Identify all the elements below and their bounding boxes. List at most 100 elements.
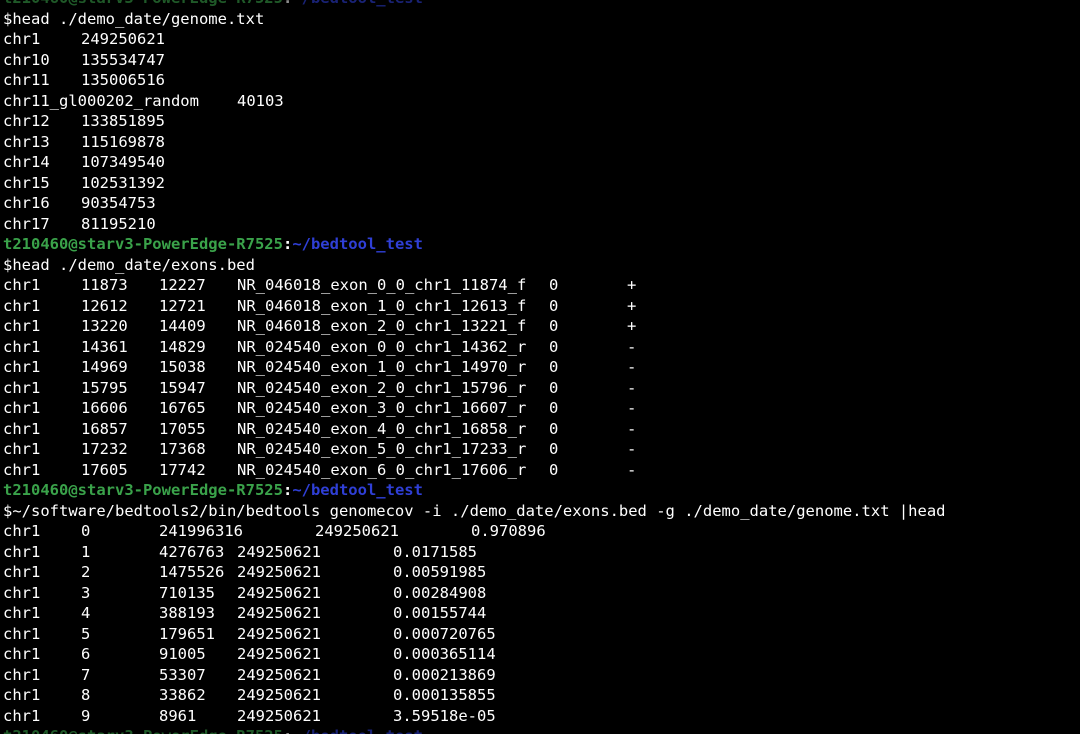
terminal-output: t210460@starv3-PowerEdge-R7525:~/bedtool… [3, 0, 1080, 734]
exons-cell: NR_024540_exon_1_0_chr1_14970_r [237, 358, 527, 376]
genome-cell: chr1 [3, 30, 41, 48]
exons-cell: NR_046018_exon_0_0_chr1_11874_f [237, 276, 527, 294]
genomecov-cell: 0.00591985 [393, 563, 487, 581]
exons-cell: - [627, 378, 637, 397]
exons-cell: NR_024540_exon_5_0_chr1_17233_r [237, 440, 527, 458]
genomecov-cell: 6 [81, 645, 91, 663]
genomecov-cell: 7 [81, 665, 91, 684]
genome-cell: chr11 [3, 71, 50, 89]
genomecov-cell: chr1 [3, 542, 41, 561]
exons-cell: NR_046018_exon_1_0_chr1_12613_f [237, 296, 527, 315]
exons-cell: 12227 [159, 276, 206, 294]
genome-output-row: chr13 115169878 [3, 132, 1080, 153]
genomecov-cell: chr1 [3, 645, 41, 663]
genome-cell: chr10 [3, 50, 50, 69]
command-text: $head ./demo_date/genome.txt [3, 9, 265, 28]
genomecov-cell: 249250621 [237, 706, 321, 725]
exons-cell: - [627, 358, 637, 376]
genomecov-cell: 0.0171585 [393, 542, 477, 561]
exons-cell: NR_024540_exon_4_0_chr1_16858_r [237, 419, 527, 438]
genomecov-output-row: chr1 9 8961 249250621 3.59518e-05 [3, 706, 1080, 727]
genome-cell: 81195210 [81, 214, 156, 233]
exons-cell: 0 [549, 399, 559, 417]
exons-cell: 15947 [159, 378, 206, 397]
genomecov-cell: 241996316 [159, 522, 243, 540]
shell-prompt: t210460@starv3-PowerEdge-R7525:~/bedtool… [3, 726, 1080, 734]
exons-cell: chr1 [3, 378, 41, 397]
genomecov-output-row: chr1 3 710135 249250621 0.00284908 [3, 583, 1080, 604]
genomecov-cell: chr1 [3, 665, 41, 684]
exons-cell: 0 [549, 440, 559, 458]
genomecov-cell: 0 [81, 522, 91, 540]
prompt-user-host: t210460@starv3-PowerEdge-R7525 [3, 0, 283, 7]
exons-cell: 17742 [159, 460, 206, 479]
genomecov-cell: 249250621 [237, 665, 321, 684]
genomecov-cell: 0.000365114 [393, 645, 496, 663]
exons-cell: + [627, 276, 637, 294]
command-line: $head ./demo_date/genome.txt [3, 9, 1080, 30]
exons-output-row: chr1 17605 17742 NR_024540_exon_6_0_chr1_17… [3, 460, 1080, 481]
exons-cell: chr1 [3, 296, 41, 315]
exons-cell: - [627, 337, 637, 356]
genomecov-cell: 3.59518e-05 [393, 706, 496, 725]
exons-cell: chr1 [3, 460, 41, 479]
genomecov-cell: 8961 [159, 706, 197, 725]
genome-cell: 115169878 [81, 132, 165, 151]
genomecov-cell: 710135 [159, 583, 215, 602]
exons-output-row: chr1 16606 16765 NR_024540_exon_3_0_chr1_16… [3, 398, 1080, 419]
exons-cell: 17368 [159, 440, 206, 458]
genomecov-cell: chr1 [3, 706, 41, 725]
genome-cell: 135534747 [81, 50, 165, 69]
shell-prompt: t210460@starv3-PowerEdge-R7525:~/bedtool… [3, 0, 1080, 9]
prompt-separator: : [283, 0, 292, 7]
exons-cell: 16606 [81, 399, 128, 417]
genomecov-cell: 1475526 [159, 563, 225, 581]
genomecov-output-row: chr1 1 4276763 249250621 0.0171585 [3, 542, 1080, 563]
genome-cell: chr15 [3, 173, 50, 192]
genomecov-cell: 2 [81, 563, 91, 581]
genomecov-cell: 249250621 [237, 583, 321, 602]
exons-cell: 16765 [159, 399, 206, 417]
exons-cell: chr1 [3, 337, 41, 356]
prompt-path: ~/bedtool_test [292, 727, 423, 734]
exons-output-row: chr1 15795 15947 NR_024540_exon_2_0_chr1_15… [3, 378, 1080, 399]
exons-cell: - [627, 419, 637, 438]
exons-output-row: chr1 12612 12721 NR_046018_exon_1_0_chr1_12… [3, 296, 1080, 317]
prompt-separator: : [282, 481, 293, 499]
exons-cell: NR_024540_exon_0_0_chr1_14362_r [237, 337, 527, 356]
exons-cell: 17232 [81, 440, 128, 458]
genomecov-cell: chr1 [3, 583, 41, 602]
genomecov-cell: 249250621 [237, 542, 321, 561]
genomecov-cell: 0.000720765 [393, 624, 496, 643]
exons-output-row: chr1 14361 14829 NR_024540_exon_0_0_chr1_14… [3, 337, 1080, 358]
prompt-user-host: t210460@starv3-PowerEdge-R7525 [3, 481, 283, 499]
exons-cell: 0 [549, 317, 559, 335]
exons-cell: chr1 [3, 419, 41, 438]
genome-cell: chr17 [3, 214, 50, 233]
exons-cell: chr1 [3, 399, 41, 417]
genome-output-row: chr1 249250621 [3, 29, 1080, 50]
exons-cell: 0 [549, 460, 559, 479]
genome-cell: chr14 [3, 153, 50, 171]
genomecov-cell: 249250621 [315, 522, 399, 540]
exons-output-row: chr1 11873 12227 NR_046018_exon_0_0_chr1_11… [3, 275, 1080, 296]
exons-cell: 12612 [81, 296, 128, 315]
prompt-path: ~/bedtool_test [292, 481, 423, 499]
genomecov-cell: 0.000213869 [393, 665, 496, 684]
genome-cell: 40103 [237, 91, 284, 110]
genomecov-cell: 249250621 [237, 686, 321, 704]
genomecov-cell: 3 [81, 583, 91, 602]
terminal-window[interactable]: t210460@starv3-PowerEdge-R7525:~/bedtool… [0, 0, 1080, 734]
exons-output-row: chr1 14969 15038 NR_024540_exon_1_0_chr1_14… [3, 357, 1080, 378]
command-line: $~/software/bedtools2/bin/bedtools genom… [3, 501, 1080, 522]
prompt-user-host: t210460@starv3-PowerEdge-R7525 [3, 727, 283, 734]
exons-cell: 0 [549, 337, 559, 356]
genome-output-row: chr14 107349540 [3, 152, 1080, 173]
command-line: $head ./demo_date/exons.bed [3, 255, 1080, 276]
genomecov-output-row: chr1 5 179651 249250621 0.000720765 [3, 624, 1080, 645]
genomecov-output-row: chr1 8 33862 249250621 0.000135855 [3, 685, 1080, 706]
genomecov-cell: 0.970896 [471, 522, 546, 540]
exons-cell: 15795 [81, 378, 128, 397]
exons-cell: NR_046018_exon_2_0_chr1_13221_f [237, 317, 527, 335]
genome-output-row: chr10 135534747 [3, 50, 1080, 71]
